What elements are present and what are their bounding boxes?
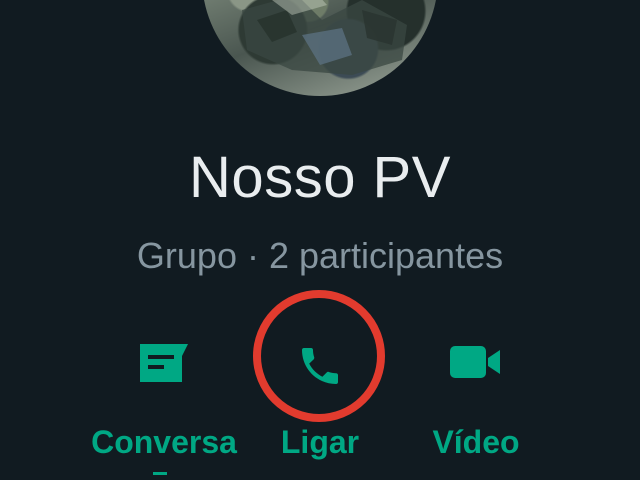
message-icon <box>136 342 192 391</box>
message-label: Conversa <box>91 424 237 460</box>
truncated-text-fragment <box>153 472 167 480</box>
call-label: Ligar <box>280 424 360 460</box>
group-avatar[interactable] <box>202 0 438 96</box>
group-photo-image <box>242 0 407 75</box>
group-name: Nosso PV <box>189 145 451 210</box>
message-button[interactable]: Conversa <box>74 318 254 480</box>
group-subtitle: Grupo · 2 participantes <box>136 235 504 276</box>
video-label: Vídeo <box>432 424 520 460</box>
video-call-button[interactable]: Vídeo <box>386 318 566 480</box>
phone-icon <box>296 342 344 395</box>
video-camera-icon <box>448 342 504 387</box>
call-button[interactable]: Ligar <box>230 318 410 480</box>
